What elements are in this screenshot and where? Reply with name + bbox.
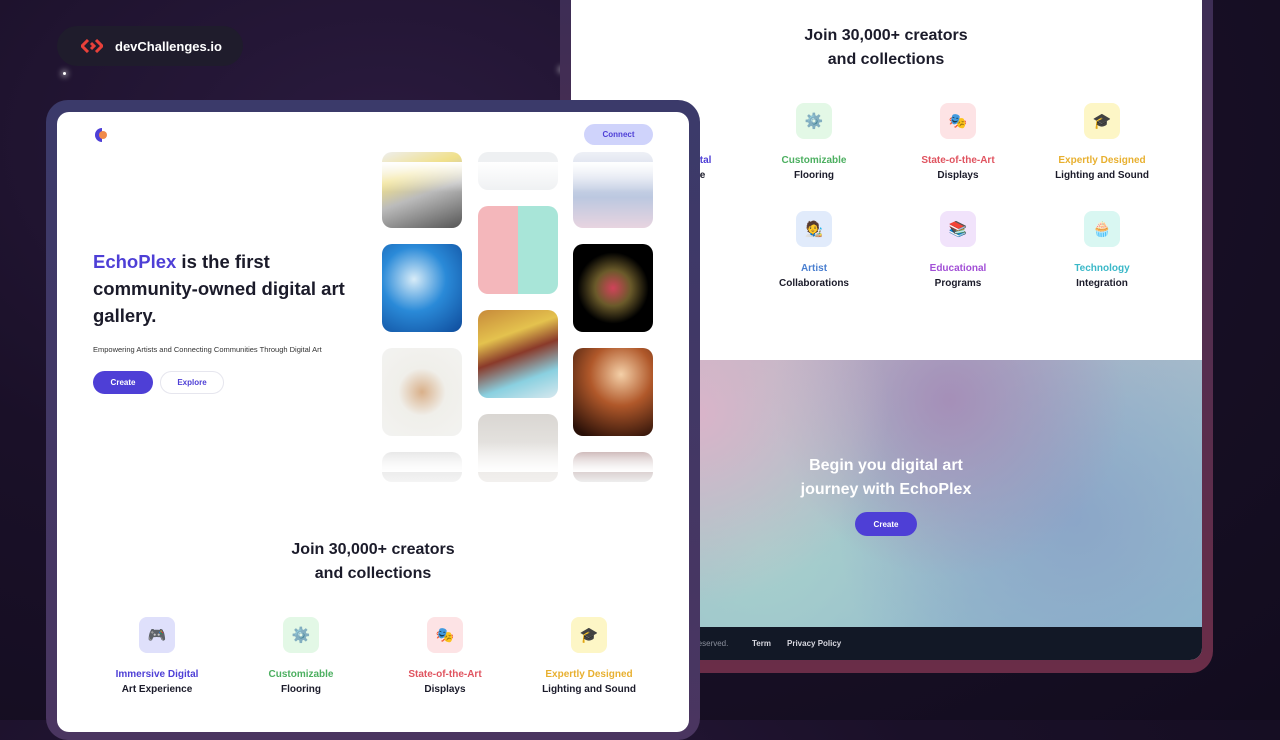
gallery-image[interactable] [478,310,558,398]
cta-title: Begin you digital art journey with EchoP… [800,457,972,498]
feature-title: State-of-the-Art [408,669,482,680]
feature-icon: 🎮 [139,617,175,653]
feature-subtitle: Displays [937,170,979,181]
feature-title: Customizable [268,669,334,680]
gallery-image[interactable] [382,348,462,436]
feature-item: 🎭 State-of-the-Art Displays [888,103,1028,183]
feature-item: ⚙️ Customizable Flooring [231,617,371,697]
feature-title: Expertly Designed [1058,155,1146,166]
feature-title: Educational [929,263,987,274]
feature-item: ⚙️ Customizable Flooring [744,103,884,183]
hero-heading: EchoPlex is the first community-owned di… [93,248,363,329]
feature-subtitle: Art Experience [121,684,193,695]
feature-icon: 🎓 [1084,103,1120,139]
feature-subtitle: Displays [424,684,466,695]
feature-item: 🧁 Technology Integration [1032,211,1172,291]
feature-subtitle: Flooring [794,170,834,181]
gallery-image[interactable] [573,348,653,436]
feature-icon: 🧑‍🎨 [796,211,832,247]
code-brackets-icon [81,39,103,53]
copyright-text: reserved. [695,639,729,648]
hero-brand-word: EchoPlex [93,251,177,272]
connect-button[interactable]: Connect [584,124,653,145]
feature-item: 🎓 Expertly Designed Lighting and Sound [519,617,659,697]
feature-item: 📚 Educational Programs [888,211,1028,291]
gallery-image[interactable] [382,244,462,332]
gallery-image[interactable] [573,244,653,332]
create-button[interactable]: Create [93,371,153,394]
feature-item: 🎭 State-of-the-Art Displays [375,617,515,697]
echoplex-logo-icon [95,128,107,142]
cta-create-button[interactable]: Create [855,512,917,536]
feature-icon: 🎭 [427,617,463,653]
gallery-fade [377,162,677,192]
join-title: Join 30,000+ creators and collections [736,24,1036,72]
feature-subtitle: Collaborations [778,278,849,289]
join-title-line2: and collections [827,51,945,68]
feature-icon: 📚 [940,211,976,247]
brand-name: devChallenges.io [115,38,222,54]
join-title-line2: and collections [314,565,432,582]
gallery-image[interactable] [478,206,558,294]
join-title: Join 30,000+ creators and collections [223,538,523,586]
feature-title: State-of-the-Art [921,155,995,166]
explore-button[interactable]: Explore [160,371,224,394]
join-title-line1: Join 30,000+ creators [291,541,455,558]
front-page-preview: Connect EchoPlex is the first community-… [57,112,689,732]
gallery-fade [377,442,677,472]
feature-icon: 🎭 [940,103,976,139]
footer-privacy-link[interactable]: Privacy Policy [787,639,841,648]
feature-title: Artist [800,263,828,274]
hero-subtitle: Empowering Artists and Connecting Commun… [93,345,322,354]
feature-title: Immersive Digital [115,669,199,680]
devchallenges-badge[interactable]: devChallenges.io [57,26,243,66]
feature-subtitle: Lighting and Sound [1055,170,1149,181]
star [63,72,66,75]
footer-term-link[interactable]: Term [752,639,771,648]
feature-subtitle: Lighting and Sound [542,684,636,695]
feature-title: Expertly Designed [545,669,633,680]
feature-subtitle: Flooring [281,684,321,695]
feature-subtitle: Integration [1076,278,1128,289]
feature-title: Technology [1074,263,1130,274]
feature-item: 🧑‍🎨 Artist Collaborations [744,211,884,291]
feature-item: 🎓 Expertly Designed Lighting and Sound [1032,103,1172,183]
join-title-line1: Join 30,000+ creators [804,27,968,44]
feature-icon: 🎓 [571,617,607,653]
feature-subtitle: Programs [934,278,982,289]
feature-item: 🎮 Immersive Digital Art Experience [87,617,227,697]
feature-title: Customizable [781,155,847,166]
feature-icon: 🧁 [1084,211,1120,247]
feature-icon: ⚙️ [796,103,832,139]
feature-icon: ⚙️ [283,617,319,653]
